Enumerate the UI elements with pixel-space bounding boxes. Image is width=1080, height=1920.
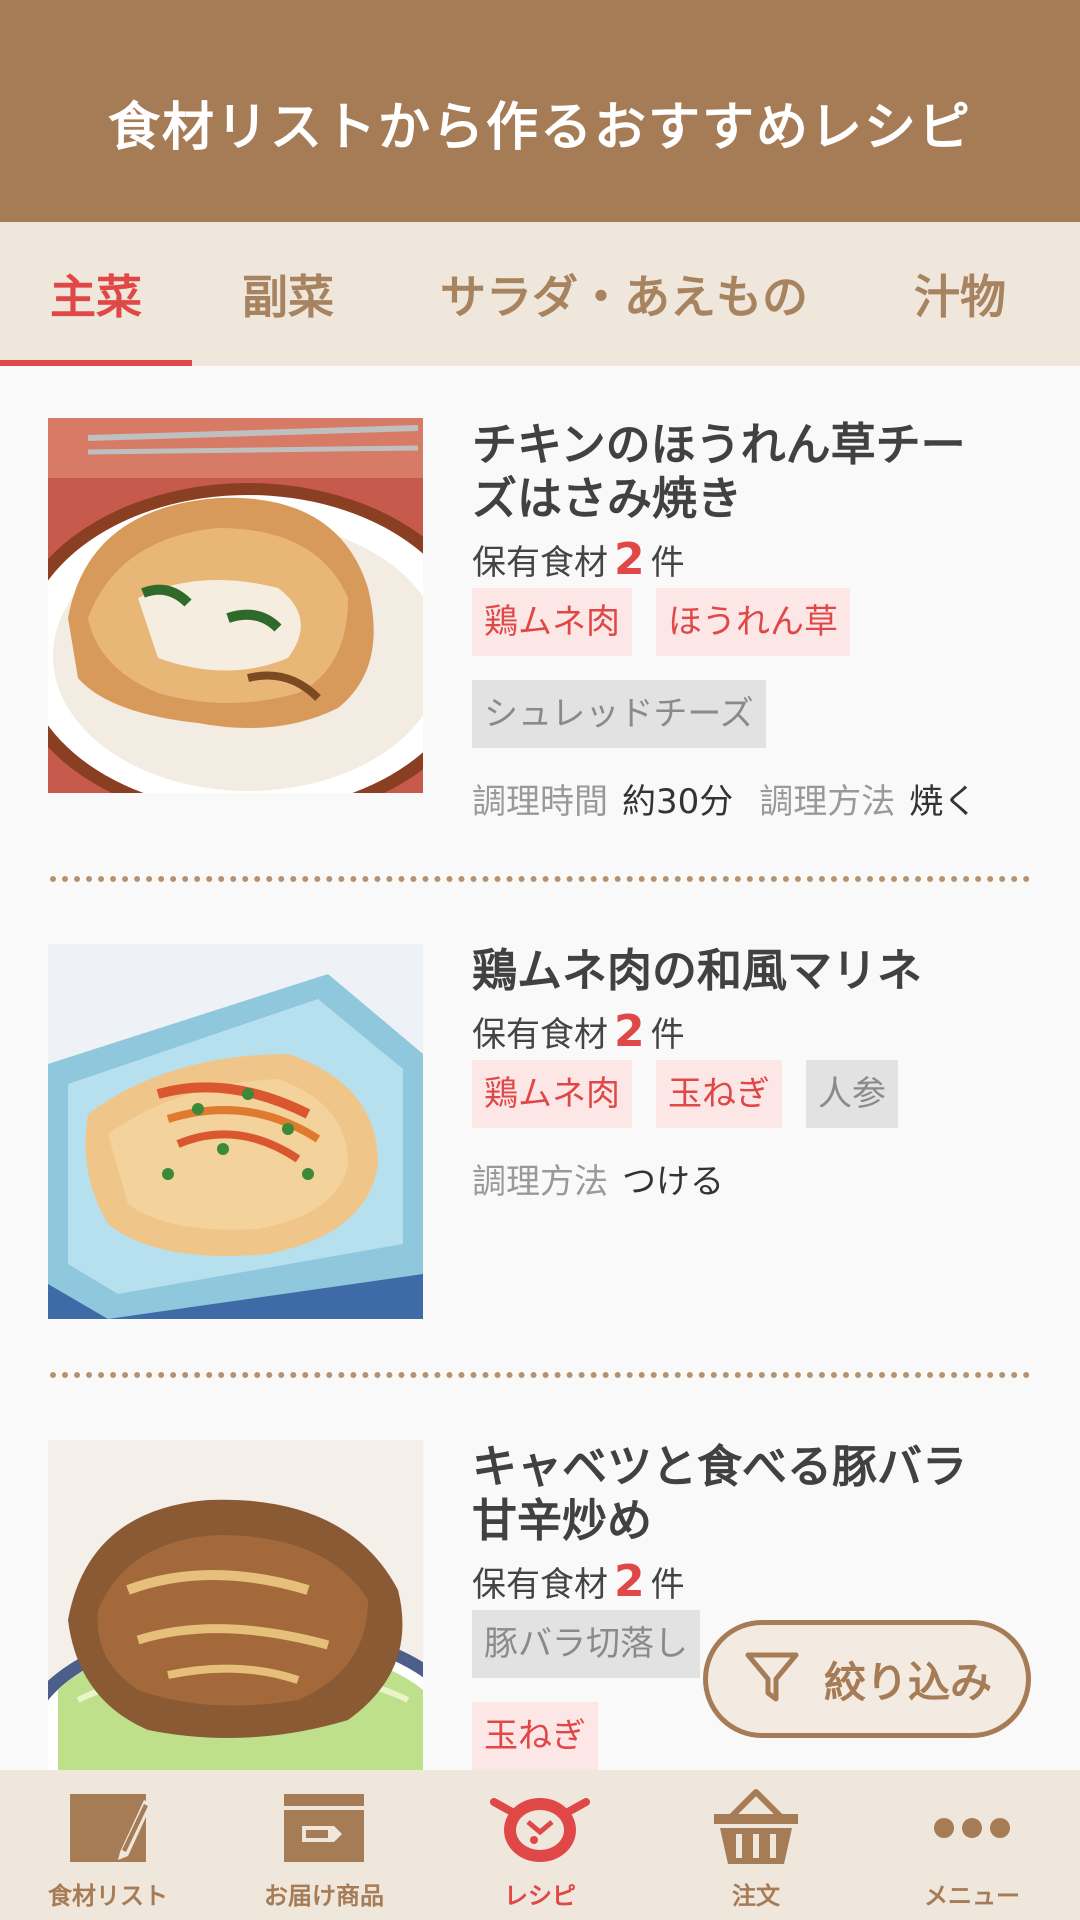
page-title: 食材リストから作るおすすめレシピ [107, 97, 972, 158]
cook-method-label: 調理方法 [472, 1162, 608, 1202]
owned-count: 2 [614, 534, 645, 585]
tab-side-dish[interactable]: 副菜 [192, 222, 384, 366]
tab-soup[interactable]: 汁物 [864, 222, 1056, 366]
recipe-title-line: チキンのほうれん草チー [472, 418, 966, 471]
recipe-info: 鶏ムネ肉の和風マリネ 保有食材 2 件 鶏ムネ肉 玉ねぎ 人参 調理方法 つける [472, 944, 1032, 1212]
recipe-title-line: 甘辛炒め [472, 1494, 653, 1547]
recipe-card[interactable]: チキンのほうれん草チー ズはさみ焼き 保有食材 2 件 鶏ムネ肉 ほうれん草 シュレ… [0, 418, 1080, 822]
recipe-image[interactable] [48, 1440, 423, 1770]
card-divider [50, 1372, 1030, 1378]
owned-ingredient-tag: 玉ねぎ [472, 1702, 598, 1770]
card-divider [50, 876, 1030, 882]
owned-ingredient-count: 保有食材 2 件 [472, 532, 1032, 588]
recipe-meta: 調理方法 つける [472, 1152, 1032, 1212]
delivery-box-icon [278, 1788, 370, 1868]
owned-label: 保有食材 [472, 1565, 608, 1605]
owned-ingredient-tag: 鶏ムネ肉 [472, 588, 632, 656]
missing-ingredient-tag: 人参 [806, 1060, 898, 1128]
owned-suffix: 件 [650, 1565, 685, 1605]
recipe-title-line: キャベツと食べる豚バラ [472, 1440, 968, 1493]
recipe-title[interactable]: 鶏ムネ肉の和風マリネ [472, 944, 1032, 998]
owned-ingredient-tag: 鶏ムネ肉 [472, 1060, 632, 1128]
filter-label: 絞り込み [823, 1657, 992, 1707]
owned-ingredient-count: 保有食材 2 件 [472, 1554, 1032, 1610]
ingredient-tags: 鶏ムネ肉 玉ねぎ 人参 [472, 1060, 1032, 1152]
owned-suffix: 件 [650, 1015, 685, 1055]
missing-ingredient-tag: シュレッドチーズ [472, 680, 766, 748]
nav-item-delivered-products[interactable]: お届け商品 [216, 1770, 432, 1920]
recipe-title-line: ズはさみ焼き [472, 472, 743, 525]
recipe-pot-icon [490, 1788, 590, 1868]
owned-label: 保有食材 [472, 543, 608, 583]
cook-time-label: 調理時間 [472, 782, 608, 822]
nav-label: メニュー [924, 1882, 1020, 1910]
recipe-image[interactable] [48, 944, 423, 1319]
cook-method-value: 焼く [909, 782, 978, 822]
tab-salad[interactable]: サラダ・あえもの [384, 222, 864, 366]
owned-label: 保有食材 [472, 1015, 608, 1055]
recipe-title-line: 鶏ムネ肉の和風マリネ [472, 944, 923, 997]
recipe-image[interactable] [48, 418, 423, 793]
bottom-navigation: 食材リスト お届け商品 レシピ 注文 メニュー [0, 1770, 1080, 1920]
nav-item-menu[interactable]: メニュー [864, 1770, 1080, 1920]
recipe-info: チキンのほうれん草チー ズはさみ焼き 保有食材 2 件 鶏ムネ肉 ほうれん草 シュレ… [472, 418, 1032, 832]
filter-button[interactable]: 絞り込み [703, 1620, 1031, 1738]
category-tabs: 主菜 副菜 サラダ・あえもの 汁物 [0, 222, 1080, 366]
owned-ingredient-tag: 玉ねぎ [656, 1060, 782, 1128]
ingredient-tags: 鶏ムネ肉 ほうれん草 シュレッドチーズ [472, 588, 1032, 772]
filter-icon [742, 1647, 802, 1711]
nav-item-recipe[interactable]: レシピ [432, 1770, 648, 1920]
owned-suffix: 件 [650, 543, 685, 583]
recipe-title[interactable]: チキンのほうれん草チー ズはさみ焼き [472, 418, 1032, 526]
app-header: 食材リストから作るおすすめレシピ [0, 0, 1080, 222]
missing-ingredient-tag: 豚バラ切落し [472, 1610, 700, 1678]
nav-item-ingredient-list[interactable]: 食材リスト [0, 1770, 216, 1920]
basket-icon [710, 1788, 802, 1868]
nav-label: お届け商品 [264, 1882, 384, 1910]
cook-method-value: つける [622, 1162, 724, 1202]
nav-label: 食材リスト [48, 1882, 168, 1910]
owned-count: 2 [614, 1556, 645, 1607]
nav-label: 注文 [732, 1882, 780, 1910]
cook-method-label: 調理方法 [759, 782, 896, 822]
nav-label: レシピ [504, 1882, 576, 1910]
owned-ingredient-tag: ほうれん草 [656, 588, 850, 656]
pencil-note-icon [62, 1788, 154, 1868]
recipe-meta: 調理時間 約30分 調理方法 焼く [472, 772, 1032, 832]
tab-main-dish[interactable]: 主菜 [0, 222, 192, 366]
more-dots-icon [932, 1788, 1012, 1868]
nav-item-order[interactable]: 注文 [648, 1770, 864, 1920]
cook-time-value: 約30分 [622, 782, 734, 822]
recipe-card[interactable]: 鶏ムネ肉の和風マリネ 保有食材 2 件 鶏ムネ肉 玉ねぎ 人参 調理方法 つける [0, 944, 1080, 1324]
recipe-title[interactable]: キャベツと食べる豚バラ 甘辛炒め [472, 1440, 1032, 1548]
owned-ingredient-count: 保有食材 2 件 [472, 1004, 1032, 1060]
owned-count: 2 [614, 1006, 645, 1057]
recipe-list[interactable]: チキンのほうれん草チー ズはさみ焼き 保有食材 2 件 鶏ムネ肉 ほうれん草 シュレ… [0, 366, 1080, 1770]
